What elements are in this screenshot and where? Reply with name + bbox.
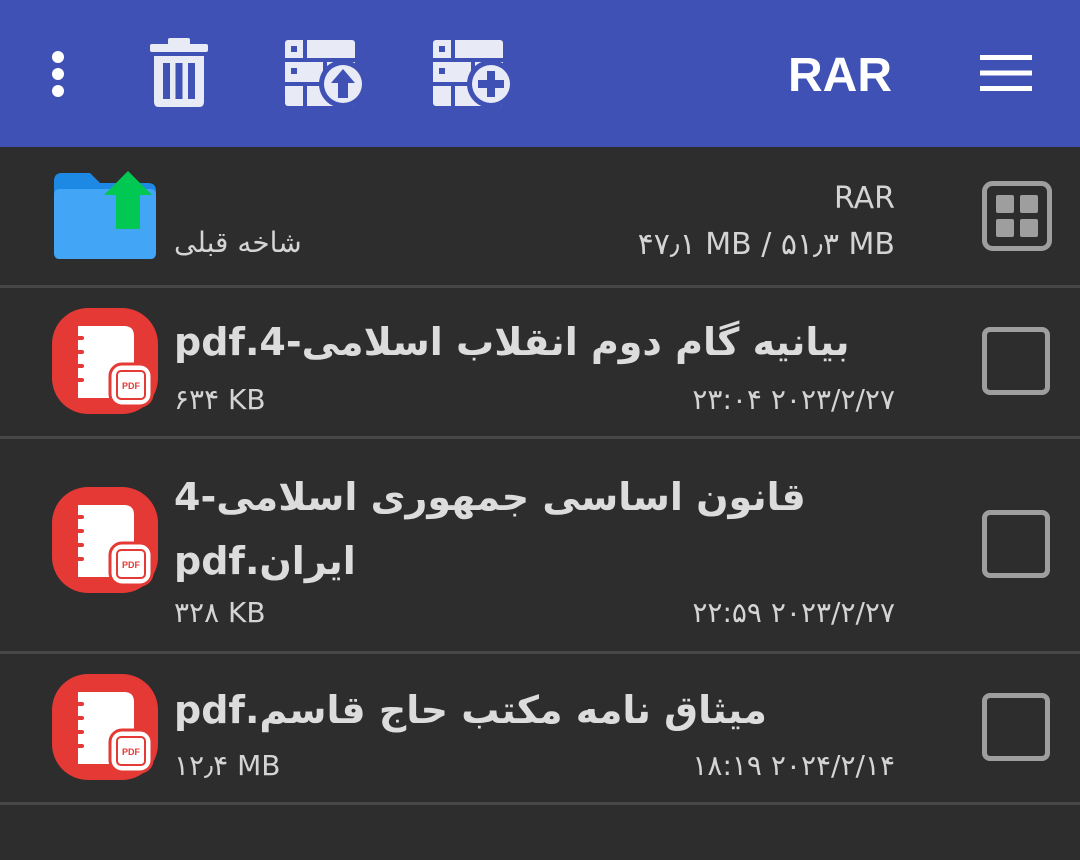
archive-size-info: ۴۷٫۱ MB / ۵۱٫۳ MB [637,227,895,262]
file-size: ۶۳۴ KB [174,383,266,416]
parent-folder-label: شاخه قبلی [174,226,302,259]
file-row[interactable]: PDF بیانیه گام دوم انقلاب اسلامی-4.pdf ۶… [0,288,1080,438]
file-name: میثاق نامه مکتب حاج قاسم.pdf [174,688,767,732]
pdf-icon-label: PDF [122,381,141,391]
parent-folder-row[interactable]: شاخه قبلی RAR ۴۷٫۱ MB / ۵۱٫۳ MB [0,147,1080,285]
grid-view-icon[interactable] [982,181,1052,251]
file-checkbox[interactable] [982,693,1050,761]
file-date: ۲۰۲۳/۲/۲۷ ۲۲:۵۹ [692,596,895,629]
pdf-icon-label: PDF [122,560,141,570]
app-toolbar: RAR [0,0,1080,147]
file-size: ۱۲٫۴ MB [174,749,281,782]
pdf-file-icon: PDF [50,672,160,782]
file-checkbox[interactable] [982,510,1050,578]
folder-up-icon [52,169,158,261]
file-date: ۲۰۲۳/۲/۲۷ ۲۳:۰۴ [692,383,895,416]
file-date: ۲۰۲۴/۲/۱۴ ۱۸:۱۹ [692,749,895,782]
file-name-line-1: قانون اساسی جمهوری اسلامی-4 [174,475,806,519]
pdf-icon-label: PDF [122,747,141,757]
trash-icon[interactable] [148,38,210,108]
more-options-icon[interactable] [38,48,78,100]
pdf-file-icon: PDF [50,485,160,595]
archive-extract-icon[interactable] [283,38,371,108]
file-checkbox[interactable] [982,327,1050,395]
file-size: ۳۲۸ KB [174,596,266,629]
toolbar-title: RAR [788,49,892,102]
pdf-file-icon: PDF [50,306,160,416]
file-row[interactable]: PDF میثاق نامه مکتب حاج قاسم.pdf ۱۲٫۴ MB… [0,654,1080,804]
archive-add-icon[interactable] [431,38,519,108]
file-name: بیانیه گام دوم انقلاب اسلامی-4.pdf [174,320,850,364]
archive-name: RAR [834,181,895,216]
row-divider [0,802,1080,805]
file-name-line-2: ایران.pdf [174,539,356,583]
file-row[interactable]: PDF قانون اساسی جمهوری اسلامی-4 ایران.pd… [0,439,1080,652]
hamburger-menu-icon[interactable] [980,54,1032,92]
